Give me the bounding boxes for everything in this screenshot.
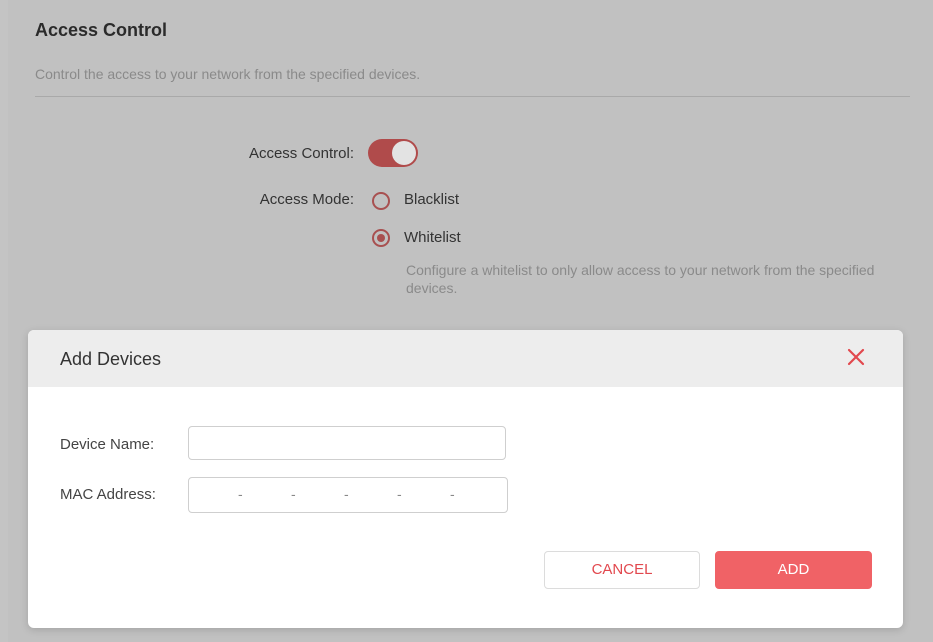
dialog-title: Add Devices: [60, 349, 162, 369]
mac-address-input[interactable]: - - - - -: [188, 477, 508, 513]
close-icon[interactable]: [843, 344, 869, 370]
blacklist-radio[interactable]: [372, 192, 390, 210]
section-description: Control the access to your network from …: [35, 66, 421, 82]
toggle-knob: [392, 141, 416, 165]
whitelist-label[interactable]: Whitelist: [404, 229, 461, 246]
add-button[interactable]: ADD: [715, 551, 872, 589]
access-control-label: Access Control:: [248, 145, 354, 162]
mac-separator: -: [450, 486, 455, 502]
whitelist-hint: Configure a whitelist to only allow acce…: [406, 262, 875, 296]
dialog-header: Add Devices: [28, 330, 903, 387]
add-devices-dialog: Add Devices Device Name: MAC Address: - …: [28, 330, 903, 628]
mac-separator: -: [291, 486, 296, 502]
mac-separator: -: [238, 486, 243, 502]
mac-separator: -: [344, 486, 349, 502]
device-name-input[interactable]: [188, 426, 506, 460]
mac-separator: -: [397, 486, 402, 502]
whitelist-radio[interactable]: [372, 229, 390, 247]
divider: [35, 96, 910, 97]
blacklist-label[interactable]: Blacklist: [404, 191, 459, 208]
section-title: Access Control: [35, 20, 168, 40]
access-mode-label: Access Mode:: [259, 191, 354, 208]
access-control-toggle[interactable]: [368, 139, 418, 167]
cancel-button[interactable]: CANCEL: [544, 551, 700, 589]
